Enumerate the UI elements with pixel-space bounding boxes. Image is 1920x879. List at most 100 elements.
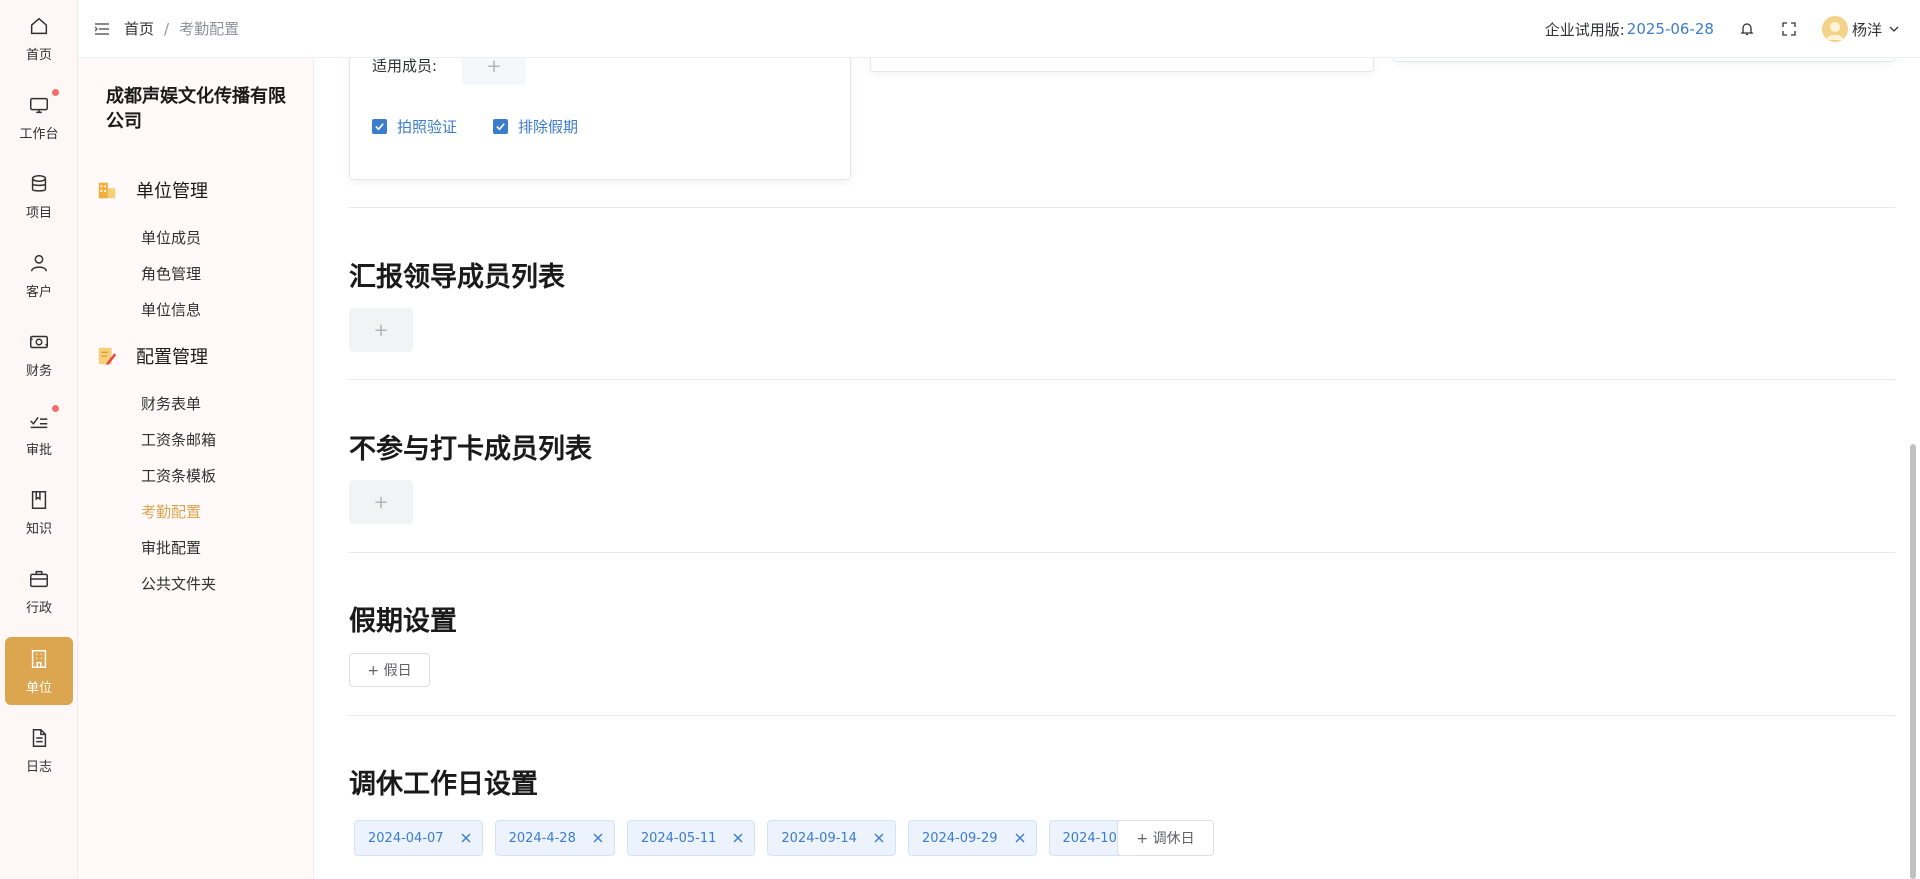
secondary-sidebar: 成都声娱文化传播有限公司 单位管理 单位成员 角色管理 单位信息 配置管理 财务… (78, 0, 314, 879)
group-unit-management[interactable]: 单位管理 (96, 176, 208, 204)
close-icon[interactable] (732, 832, 744, 844)
holiday-settings-title: 假期设置 (349, 606, 457, 637)
photo-verify-checkbox[interactable]: 拍照验证 (372, 116, 457, 137)
finance-icon (27, 330, 51, 354)
buildings-icon (98, 182, 116, 199)
subnav-item-attendance-config[interactable]: 考勤配置 (141, 501, 201, 522)
rail-item-log[interactable]: 日志 (5, 716, 73, 784)
subnav-item-public-folder[interactable]: 公共文件夹 (141, 573, 216, 594)
building-icon (27, 647, 51, 671)
database-icon (27, 172, 51, 196)
add-adjusted-workday-button[interactable]: + 调休日 (1117, 820, 1214, 856)
breadcrumb: 首页 / 考勤配置 (124, 18, 239, 39)
rail-label: 单位 (25, 680, 52, 696)
date-tag: 2024-04-07 (354, 820, 483, 856)
top-header: 首页 / 考勤配置 企业试用版: 2025-06-28 杨洋 (78, 0, 1920, 58)
subnav-item-finance-forms[interactable]: 财务表单 (141, 393, 201, 414)
date-tag: 2024-09-29 (907, 820, 1037, 856)
rail-item-customers[interactable]: 客户 (5, 241, 73, 309)
rail-label: 首页 (25, 47, 52, 63)
group-config-management[interactable]: 配置管理 (96, 342, 208, 370)
checkbox-checked-icon (372, 119, 387, 134)
breadcrumb-home[interactable]: 首页 (124, 18, 154, 39)
breadcrumb-separator: / (164, 19, 170, 38)
notification-dot (52, 88, 59, 96)
rail-item-workbench[interactable]: 工作台 (5, 83, 73, 151)
fullscreen-icon[interactable] (1780, 20, 1798, 38)
document-icon (27, 726, 51, 750)
rail-label: 日志 (25, 759, 52, 775)
add-report-leader-button[interactable]: + (349, 308, 413, 352)
briefcase-icon (27, 567, 51, 591)
tag-label: 2024-09-29 (921, 830, 998, 846)
rail-label: 项目 (25, 205, 52, 221)
close-icon[interactable] (592, 832, 604, 844)
rail-item-approval[interactable]: 审批 (5, 399, 73, 467)
report-leaders-title: 汇报领导成员列表 (349, 262, 565, 293)
menu-toggle-icon[interactable] (94, 21, 110, 37)
subnav-item-role-management[interactable]: 角色管理 (141, 263, 201, 284)
tag-label: 2024-09-14 (781, 830, 857, 846)
breadcrumb-current: 考勤配置 (179, 20, 240, 38)
trial-label: 企业试用版: (1544, 20, 1625, 39)
book-icon (27, 488, 51, 512)
rail-label: 审批 (25, 442, 52, 458)
rail-item-unit[interactable]: 单位 (5, 637, 73, 705)
rail-item-projects[interactable]: 项目 (5, 162, 73, 230)
subnav-item-unit-info[interactable]: 单位信息 (141, 299, 201, 320)
avatar[interactable] (1821, 16, 1848, 42)
add-holiday-button[interactable]: + 假日 (349, 653, 430, 687)
applicable-members-label: 适用成员: (372, 57, 438, 75)
tag-label: 2024-04-07 (368, 830, 444, 846)
user-name[interactable]: 杨洋 (1852, 19, 1882, 40)
close-icon[interactable] (1014, 832, 1026, 844)
edit-note-icon (98, 347, 117, 366)
no-checkin-title: 不参与打卡成员列表 (349, 434, 592, 465)
date-tag: 2024-4-28 (494, 820, 615, 856)
user-icon (27, 251, 51, 275)
home-icon (27, 14, 51, 38)
bell-icon[interactable] (1738, 20, 1756, 38)
subnav-item-payslip-email[interactable]: 工资条邮箱 (141, 429, 216, 450)
close-icon[interactable] (873, 832, 885, 844)
date-tag: 2024-09-14 (767, 820, 896, 856)
tag-label: 2024-05-11 (640, 830, 717, 846)
close-icon[interactable] (460, 832, 472, 844)
rail-item-knowledge[interactable]: 知识 (5, 478, 73, 546)
monitor-icon (27, 88, 59, 117)
rail-item-home[interactable]: 首页 (5, 4, 73, 72)
rail-label: 客户 (25, 284, 52, 300)
rail-item-admin[interactable]: 行政 (5, 557, 73, 625)
checkbox-checked-icon (493, 119, 508, 134)
section-divider (349, 552, 1895, 553)
section-divider (349, 207, 1895, 208)
rail-item-finance[interactable]: 财务 (5, 320, 73, 388)
rail-label: 工作台 (19, 126, 59, 142)
company-name: 成都声娱文化传播有限公司 (106, 86, 286, 132)
checkbox-label: 拍照验证 (397, 118, 458, 136)
exclude-holidays-checkbox[interactable]: 排除假期 (493, 116, 578, 137)
trial-expiry-date: 2025-06-28 (1626, 20, 1714, 38)
checklist-icon (27, 404, 59, 433)
workday-adjust-title: 调休工作日设置 (349, 769, 538, 800)
vertical-scrollbar[interactable] (1910, 444, 1916, 879)
rail-label: 财务 (25, 363, 52, 379)
header-right: 企业试用版: 2025-06-28 杨洋 (1545, 0, 1920, 58)
add-no-checkin-member-button[interactable]: + (349, 480, 413, 524)
rail-label: 行政 (25, 600, 52, 616)
primary-rail: 首页 工作台 项目 客户 财务 审批 知识 行政 单位 日志 (0, 0, 78, 879)
section-divider (349, 715, 1895, 716)
checkbox-label: 排除假期 (518, 118, 579, 136)
tag-label: 2024-4-28 (508, 830, 576, 846)
section-divider (349, 379, 1895, 380)
notification-dot (52, 404, 59, 412)
subnav-item-approval-config[interactable]: 审批配置 (141, 537, 201, 558)
group-label: 单位管理 (136, 181, 208, 202)
subnav-item-unit-members[interactable]: 单位成员 (141, 227, 201, 248)
subnav-item-payslip-template[interactable]: 工资条模板 (141, 465, 216, 486)
date-tag: 2024-05-11 (626, 820, 756, 856)
rail-label: 知识 (25, 521, 52, 537)
group-label: 配置管理 (136, 347, 208, 368)
adjusted-workday-tags: 2024-04-07 2024-4-28 2024-05-11 2024-09-… (354, 820, 1189, 856)
chevron-down-icon[interactable] (1888, 23, 1900, 35)
